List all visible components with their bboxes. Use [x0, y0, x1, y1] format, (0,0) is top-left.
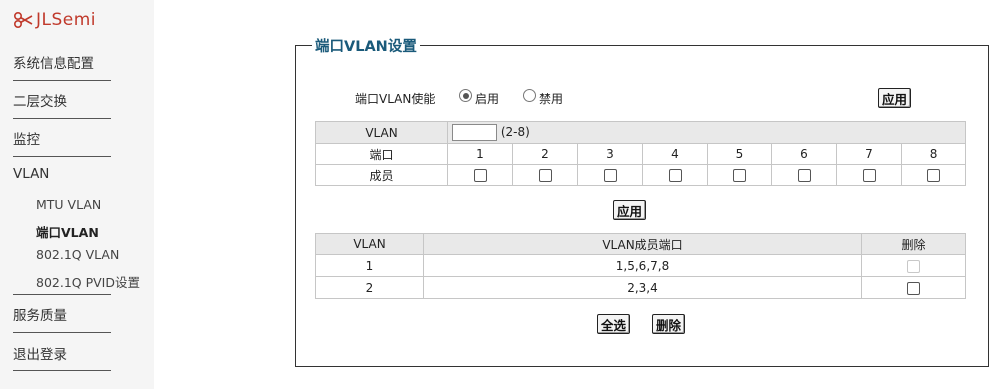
nav-qos[interactable]: 服务质量	[13, 304, 67, 324]
member-checkbox-port-2[interactable]	[538, 169, 552, 182]
delete-button[interactable]: 删除	[652, 314, 686, 334]
jlsemi-logo-icon	[13, 11, 33, 29]
list-header-vlan: VLAN	[315, 233, 424, 255]
list-header-delete: 删除	[861, 233, 966, 255]
port-number: 5	[707, 143, 772, 165]
nav-logout[interactable]: 退出登录	[13, 343, 67, 363]
vlan-id-label: VLAN	[315, 121, 448, 144]
nav-l2-switching[interactable]: 二层交换	[13, 90, 67, 110]
enable-radio-label[interactable]: 启用	[475, 90, 499, 107]
sidebar: JLSemi 系统信息配置 二层交换 监控 VLAN MTU VLAN 端口VL…	[0, 0, 154, 389]
vlan-enable-label: 端口VLAN使能	[355, 92, 436, 106]
member-checkbox-port-4[interactable]	[668, 169, 682, 182]
nav-monitor[interactable]: 监控	[13, 128, 40, 148]
disable-radio-label[interactable]: 禁用	[539, 90, 563, 107]
nav-sub-mtu-vlan[interactable]: MTU VLAN	[36, 197, 101, 212]
port-number: 6	[771, 143, 837, 165]
vlan-id-cell: (2-8)	[446, 121, 967, 144]
list-header-members: VLAN成员端口	[423, 233, 862, 255]
brand-name: JLSemi	[36, 10, 97, 30]
nav-divider	[13, 294, 111, 295]
member-checkbox-port-3[interactable]	[603, 169, 617, 182]
port-number: 1	[447, 143, 513, 165]
nav-divider	[13, 156, 111, 157]
vlan-config-table: VLAN (2-8) 端口 1 2 3 4 5 6 7 8 成员	[315, 121, 967, 186]
config-apply-button[interactable]: 应用	[613, 200, 647, 220]
vlan-id-input[interactable]	[452, 124, 497, 141]
member-checkbox-port-7[interactable]	[862, 169, 876, 182]
nav-divider	[13, 118, 111, 119]
row-delete-checkbox[interactable]	[907, 281, 920, 295]
row-vlan-id: 2	[315, 276, 424, 299]
vlan-list-table: VLAN VLAN成员端口 删除 1 1,5,6,7,8 2 2,3,4	[315, 233, 966, 299]
member-checkbox-port-6[interactable]	[797, 169, 811, 182]
enable-apply-button[interactable]: 应用	[878, 88, 912, 108]
port-header-label: 端口	[315, 143, 448, 165]
brand-logo: JLSemi	[12, 6, 96, 34]
nav-sub-8021q-vlan[interactable]: 802.1Q VLAN	[36, 247, 119, 262]
row-delete-checkbox	[907, 259, 920, 273]
disable-radio[interactable]	[523, 89, 536, 102]
table-row: 1 1,5,6,7,8	[315, 254, 966, 277]
port-number: 8	[900, 143, 967, 165]
port-number: 3	[577, 143, 643, 165]
nav-sub-8021q-pvid[interactable]: 802.1Q PVID设置	[36, 272, 140, 291]
member-checkbox-port-8[interactable]	[927, 169, 941, 182]
nav-sub-port-vlan[interactable]: 端口VLAN	[36, 222, 99, 241]
row-members: 1,5,6,7,8	[423, 254, 862, 277]
table-row: 2 2,3,4	[315, 276, 966, 299]
nav-vlan[interactable]: VLAN	[13, 166, 49, 182]
panel-title: 端口VLAN设置	[312, 35, 420, 56]
member-checkbox-port-5[interactable]	[733, 169, 746, 182]
nav-divider	[13, 332, 111, 333]
port-number: 2	[512, 143, 578, 165]
member-row-label: 成员	[315, 164, 448, 186]
port-number: 4	[642, 143, 708, 165]
nav-system-info[interactable]: 系统信息配置	[13, 52, 94, 72]
nav-divider	[13, 370, 111, 371]
member-checkbox-port-1[interactable]	[473, 169, 487, 182]
enable-radio[interactable]	[459, 89, 472, 102]
select-all-button[interactable]: 全选	[597, 314, 631, 334]
port-number: 7	[836, 143, 902, 165]
nav-divider	[13, 80, 111, 81]
row-vlan-id: 1	[315, 254, 424, 277]
vlan-range-hint: (2-8)	[500, 125, 530, 139]
row-members: 2,3,4	[423, 276, 862, 299]
